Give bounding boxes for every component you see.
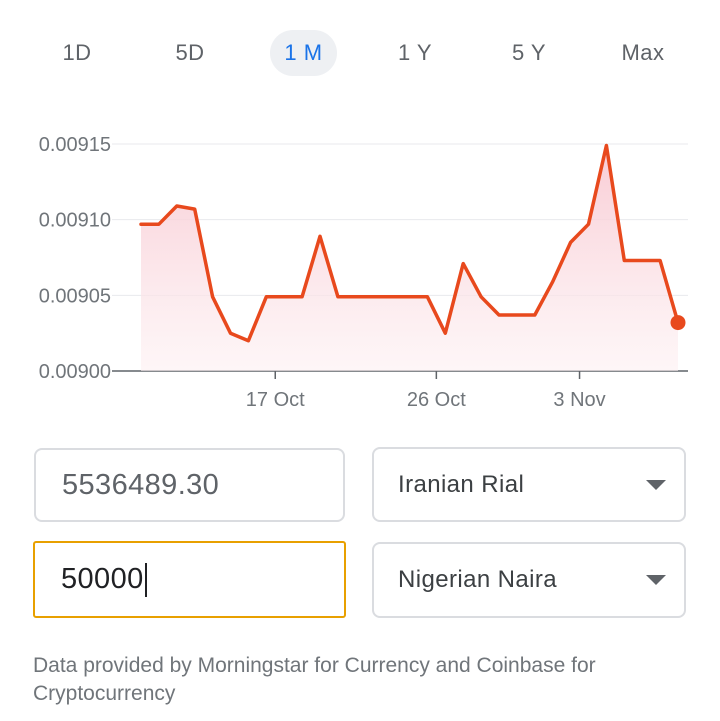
dropdown-arrow-icon	[646, 479, 666, 490]
tab-5y[interactable]: 5 Y	[499, 30, 559, 76]
dropdown-arrow-icon	[646, 575, 666, 585]
to-amount-value: 50000	[61, 563, 144, 595]
to-currency-select[interactable]: Nigerian Naira	[372, 542, 686, 618]
y-tick-label: 0.00905	[39, 285, 111, 307]
to-currency-label: Nigerian Naira	[398, 566, 557, 593]
x-tick-label: 3 Nov	[553, 389, 605, 411]
from-amount-value: 5536489.30	[62, 468, 220, 501]
tab-1y[interactable]: 1 Y	[385, 30, 445, 76]
exchange-rate-chart: 0.00915 0.00910 0.00905 0.00900 17 Oct 26 Oct…	[39, 134, 688, 411]
text-cursor	[144, 562, 147, 597]
from-amount-input[interactable]: 5536489.30	[34, 448, 345, 522]
x-tick-label: 26 Oct	[407, 389, 466, 411]
to-amount-wrap: 50000	[61, 543, 147, 616]
data-source-note: Data provided by Morningstar for Currenc…	[33, 654, 596, 705]
tab-5d[interactable]: 5D	[160, 30, 220, 76]
y-tick-label: 0.00910	[39, 210, 111, 232]
series-end-point	[670, 315, 686, 331]
to-amount-input[interactable]: 50000	[33, 541, 346, 618]
from-currency-select[interactable]: Iranian Rial	[372, 447, 686, 522]
tab-max[interactable]: Max	[612, 30, 674, 76]
x-tick-label: 17 Oct	[246, 389, 305, 411]
from-currency-label: Iranian Rial	[398, 470, 525, 498]
y-tick-label: 0.00915	[39, 134, 111, 156]
time-range-tabs: 1D 5D 1 M 1 Y 5 Y Max	[0, 30, 720, 76]
tab-1d[interactable]: 1D	[47, 30, 107, 76]
tab-1m[interactable]: 1 M	[270, 30, 337, 76]
y-tick-label: 0.00900	[39, 361, 111, 383]
